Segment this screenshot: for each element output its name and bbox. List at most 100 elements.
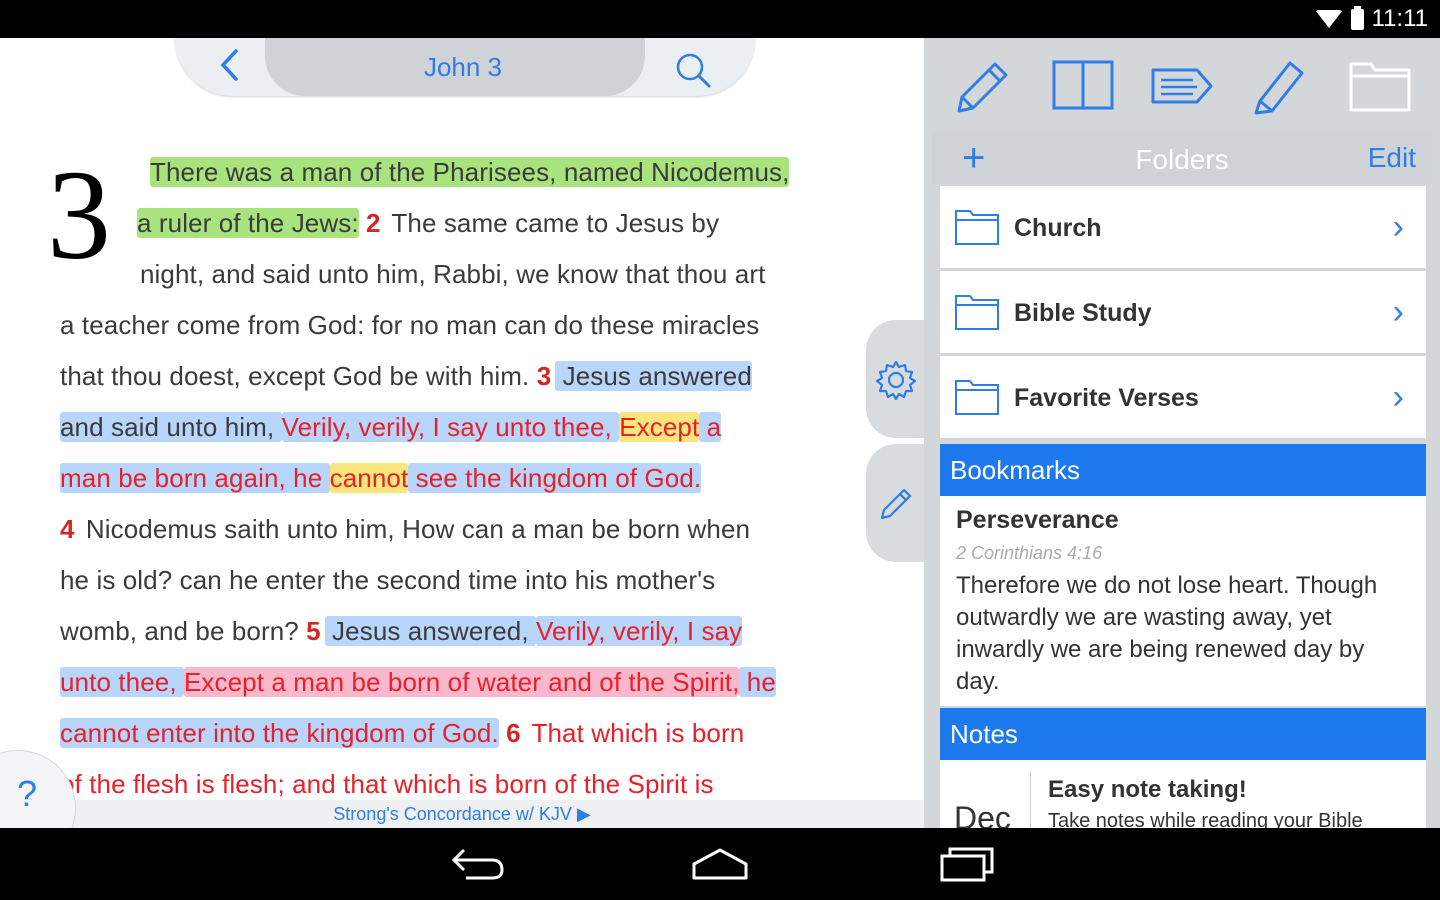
folders-tool-button[interactable] bbox=[1345, 51, 1415, 121]
nav-recents-button[interactable] bbox=[936, 844, 1000, 884]
bookmark-text: Therefore we do not lose heart. Though o… bbox=[956, 572, 1378, 695]
clock: 11:11 bbox=[1371, 5, 1429, 32]
verse-text: cannot bbox=[329, 463, 409, 493]
nav-recents-icon bbox=[940, 847, 994, 882]
folder-item-favorite-verses[interactable]: Favorite Verses › bbox=[940, 356, 1426, 438]
bookmarks-header[interactable]: Bookmarks bbox=[940, 444, 1426, 496]
highlighter-icon bbox=[1254, 61, 1304, 115]
reader-pane: John 3 3 There was a man of the Pharisee… bbox=[0, 38, 924, 828]
verse-text: That which is born bbox=[524, 718, 745, 748]
verse-line[interactable]: and said unto him, Verily, verily, I say… bbox=[60, 403, 722, 451]
verse-line[interactable]: man be born again, he cannot see the kin… bbox=[60, 454, 702, 502]
nav-home-icon bbox=[692, 848, 748, 880]
side-tabs bbox=[866, 320, 926, 570]
verse-line[interactable]: There was a man of the Pharisees, named … bbox=[150, 148, 790, 196]
folders-bar: + Folders Edit bbox=[932, 132, 1432, 184]
verse-text: a ruler of the Jews: bbox=[137, 208, 359, 238]
note-title: Easy note taking! bbox=[1048, 776, 1247, 803]
highlight-tool-button[interactable] bbox=[1246, 51, 1316, 121]
nav-home-button[interactable] bbox=[688, 844, 752, 884]
verse-number[interactable]: 3 bbox=[537, 361, 552, 391]
verse-line[interactable]: he is old? can he enter the second time … bbox=[60, 556, 715, 604]
nav-back-button[interactable] bbox=[446, 844, 510, 884]
edit-tab[interactable] bbox=[866, 444, 926, 562]
verse-text: night, and said unto him, Rabbi, we know… bbox=[140, 259, 766, 289]
folder-item-church[interactable]: Church › bbox=[940, 186, 1426, 268]
system-nav-bar bbox=[0, 828, 1440, 900]
notes-tool-button[interactable] bbox=[949, 51, 1019, 121]
verse-text: that thou doest, except God be with him. bbox=[60, 361, 537, 391]
verse-text: a bbox=[699, 412, 722, 442]
verse-text: The same came to Jesus by bbox=[384, 208, 720, 238]
chapter-header: John 3 bbox=[175, 38, 755, 98]
folder-label: Bible Study bbox=[1014, 299, 1152, 327]
verse-line[interactable]: cannot enter into the kingdom of God. 6 … bbox=[60, 709, 744, 757]
verse-text: a teacher come from God: for no man can … bbox=[60, 310, 760, 340]
verse-line[interactable]: 4 Nicodemus saith unto him, How can a ma… bbox=[60, 505, 750, 553]
status-icons: 11:11 bbox=[1314, 5, 1429, 33]
strongs-concordance-link[interactable]: Strong's Concordance w/ KJV ▶ bbox=[0, 800, 924, 828]
note-card[interactable]: Dec Easy note taking! Take notes while r… bbox=[940, 760, 1426, 828]
verse-text: he is old? can he enter the second time … bbox=[60, 565, 716, 595]
note-text: Take notes while reading your Bible bbox=[1048, 810, 1363, 828]
search-icon bbox=[676, 53, 711, 88]
verse-line[interactable]: a teacher come from God: for no man can … bbox=[60, 301, 759, 349]
tag-icon bbox=[1151, 68, 1213, 104]
verse-text bbox=[359, 208, 366, 238]
verse-text: and said unto him, bbox=[60, 412, 282, 442]
verse-text: man be born again, he bbox=[60, 463, 330, 493]
bookmark-title: Perseverance bbox=[956, 506, 1119, 534]
verse-line[interactable]: a ruler of the Jews: 2 The same came to … bbox=[137, 199, 719, 247]
verse-line[interactable]: night, and said unto him, Rabbi, we know… bbox=[140, 250, 765, 298]
chevron-right-icon: › bbox=[1392, 208, 1404, 246]
bookmark-reference: 2 Corinthians 4:16 bbox=[956, 543, 1103, 563]
folder-label: Favorite Verses bbox=[1014, 384, 1199, 412]
folders-title: Folders bbox=[1135, 144, 1229, 175]
verse-text: unto thee, bbox=[60, 667, 184, 697]
verse-number[interactable]: 5 bbox=[306, 616, 321, 646]
verse-line[interactable]: unto thee, Except a man be born of water… bbox=[60, 658, 776, 706]
chapter-number: 3 bbox=[47, 144, 111, 286]
settings-icon bbox=[875, 360, 917, 401]
verse-text: see the kingdom of God. bbox=[408, 463, 702, 493]
verse-text: he bbox=[739, 667, 776, 697]
wifi-icon bbox=[1314, 10, 1343, 28]
verse-number[interactable]: 4 bbox=[60, 514, 75, 544]
verse-text: of the flesh is flesh; and that which is… bbox=[60, 769, 714, 799]
folder-item-bible-study[interactable]: Bible Study › bbox=[940, 271, 1426, 353]
notes-header[interactable]: Notes bbox=[940, 708, 1426, 760]
panel-toolbar bbox=[924, 38, 1440, 134]
verse-text: There was a man of the Pharisees, named … bbox=[150, 157, 790, 187]
pencil-icon bbox=[957, 62, 1008, 113]
bookmark-card[interactable]: Perseverance 2 Corinthians 4:16 Therefor… bbox=[940, 496, 1426, 706]
search-button[interactable] bbox=[673, 50, 713, 90]
reading-tool-button[interactable] bbox=[1048, 51, 1118, 121]
book-icon bbox=[1052, 60, 1114, 110]
verse-line[interactable]: womb, and be born? 5 Jesus answered, Ver… bbox=[60, 607, 743, 655]
tags-tool-button[interactable] bbox=[1147, 51, 1217, 121]
settings-tab[interactable] bbox=[866, 320, 926, 438]
back-button[interactable] bbox=[213, 48, 247, 86]
folder-label: Church bbox=[1014, 214, 1102, 242]
folder-list: Church › Bible Study › Favorite Verses › bbox=[940, 186, 1426, 441]
verse-text: Nicodemus saith unto him, How can a man … bbox=[78, 514, 751, 544]
verse-number[interactable]: 6 bbox=[506, 718, 521, 748]
verse-text: womb, and be born? bbox=[60, 616, 307, 646]
folder-icon bbox=[955, 295, 999, 330]
verse-number[interactable]: 2 bbox=[366, 208, 381, 238]
study-panel: + Folders Edit Church › Bible Study › Fa… bbox=[924, 38, 1440, 828]
verse-text: Except bbox=[619, 412, 700, 442]
nav-back-icon bbox=[451, 848, 504, 880]
edit-button[interactable]: Edit bbox=[1368, 142, 1416, 174]
back-icon bbox=[220, 49, 238, 81]
verse-text: Verily, verily, I say unto thee, bbox=[281, 412, 620, 442]
note-date: Dec bbox=[954, 800, 1011, 828]
note-divider bbox=[1030, 772, 1031, 828]
verse-text bbox=[499, 718, 506, 748]
folder-icon bbox=[955, 380, 999, 415]
chapter-title[interactable]: John 3 bbox=[335, 52, 591, 83]
verse-text: cannot enter into the kingdom of God. bbox=[60, 718, 499, 748]
verse-line[interactable]: that thou doest, except God be with him.… bbox=[60, 352, 752, 400]
verse-text: Jesus answered, bbox=[324, 616, 536, 646]
folder-icon bbox=[1349, 62, 1411, 112]
